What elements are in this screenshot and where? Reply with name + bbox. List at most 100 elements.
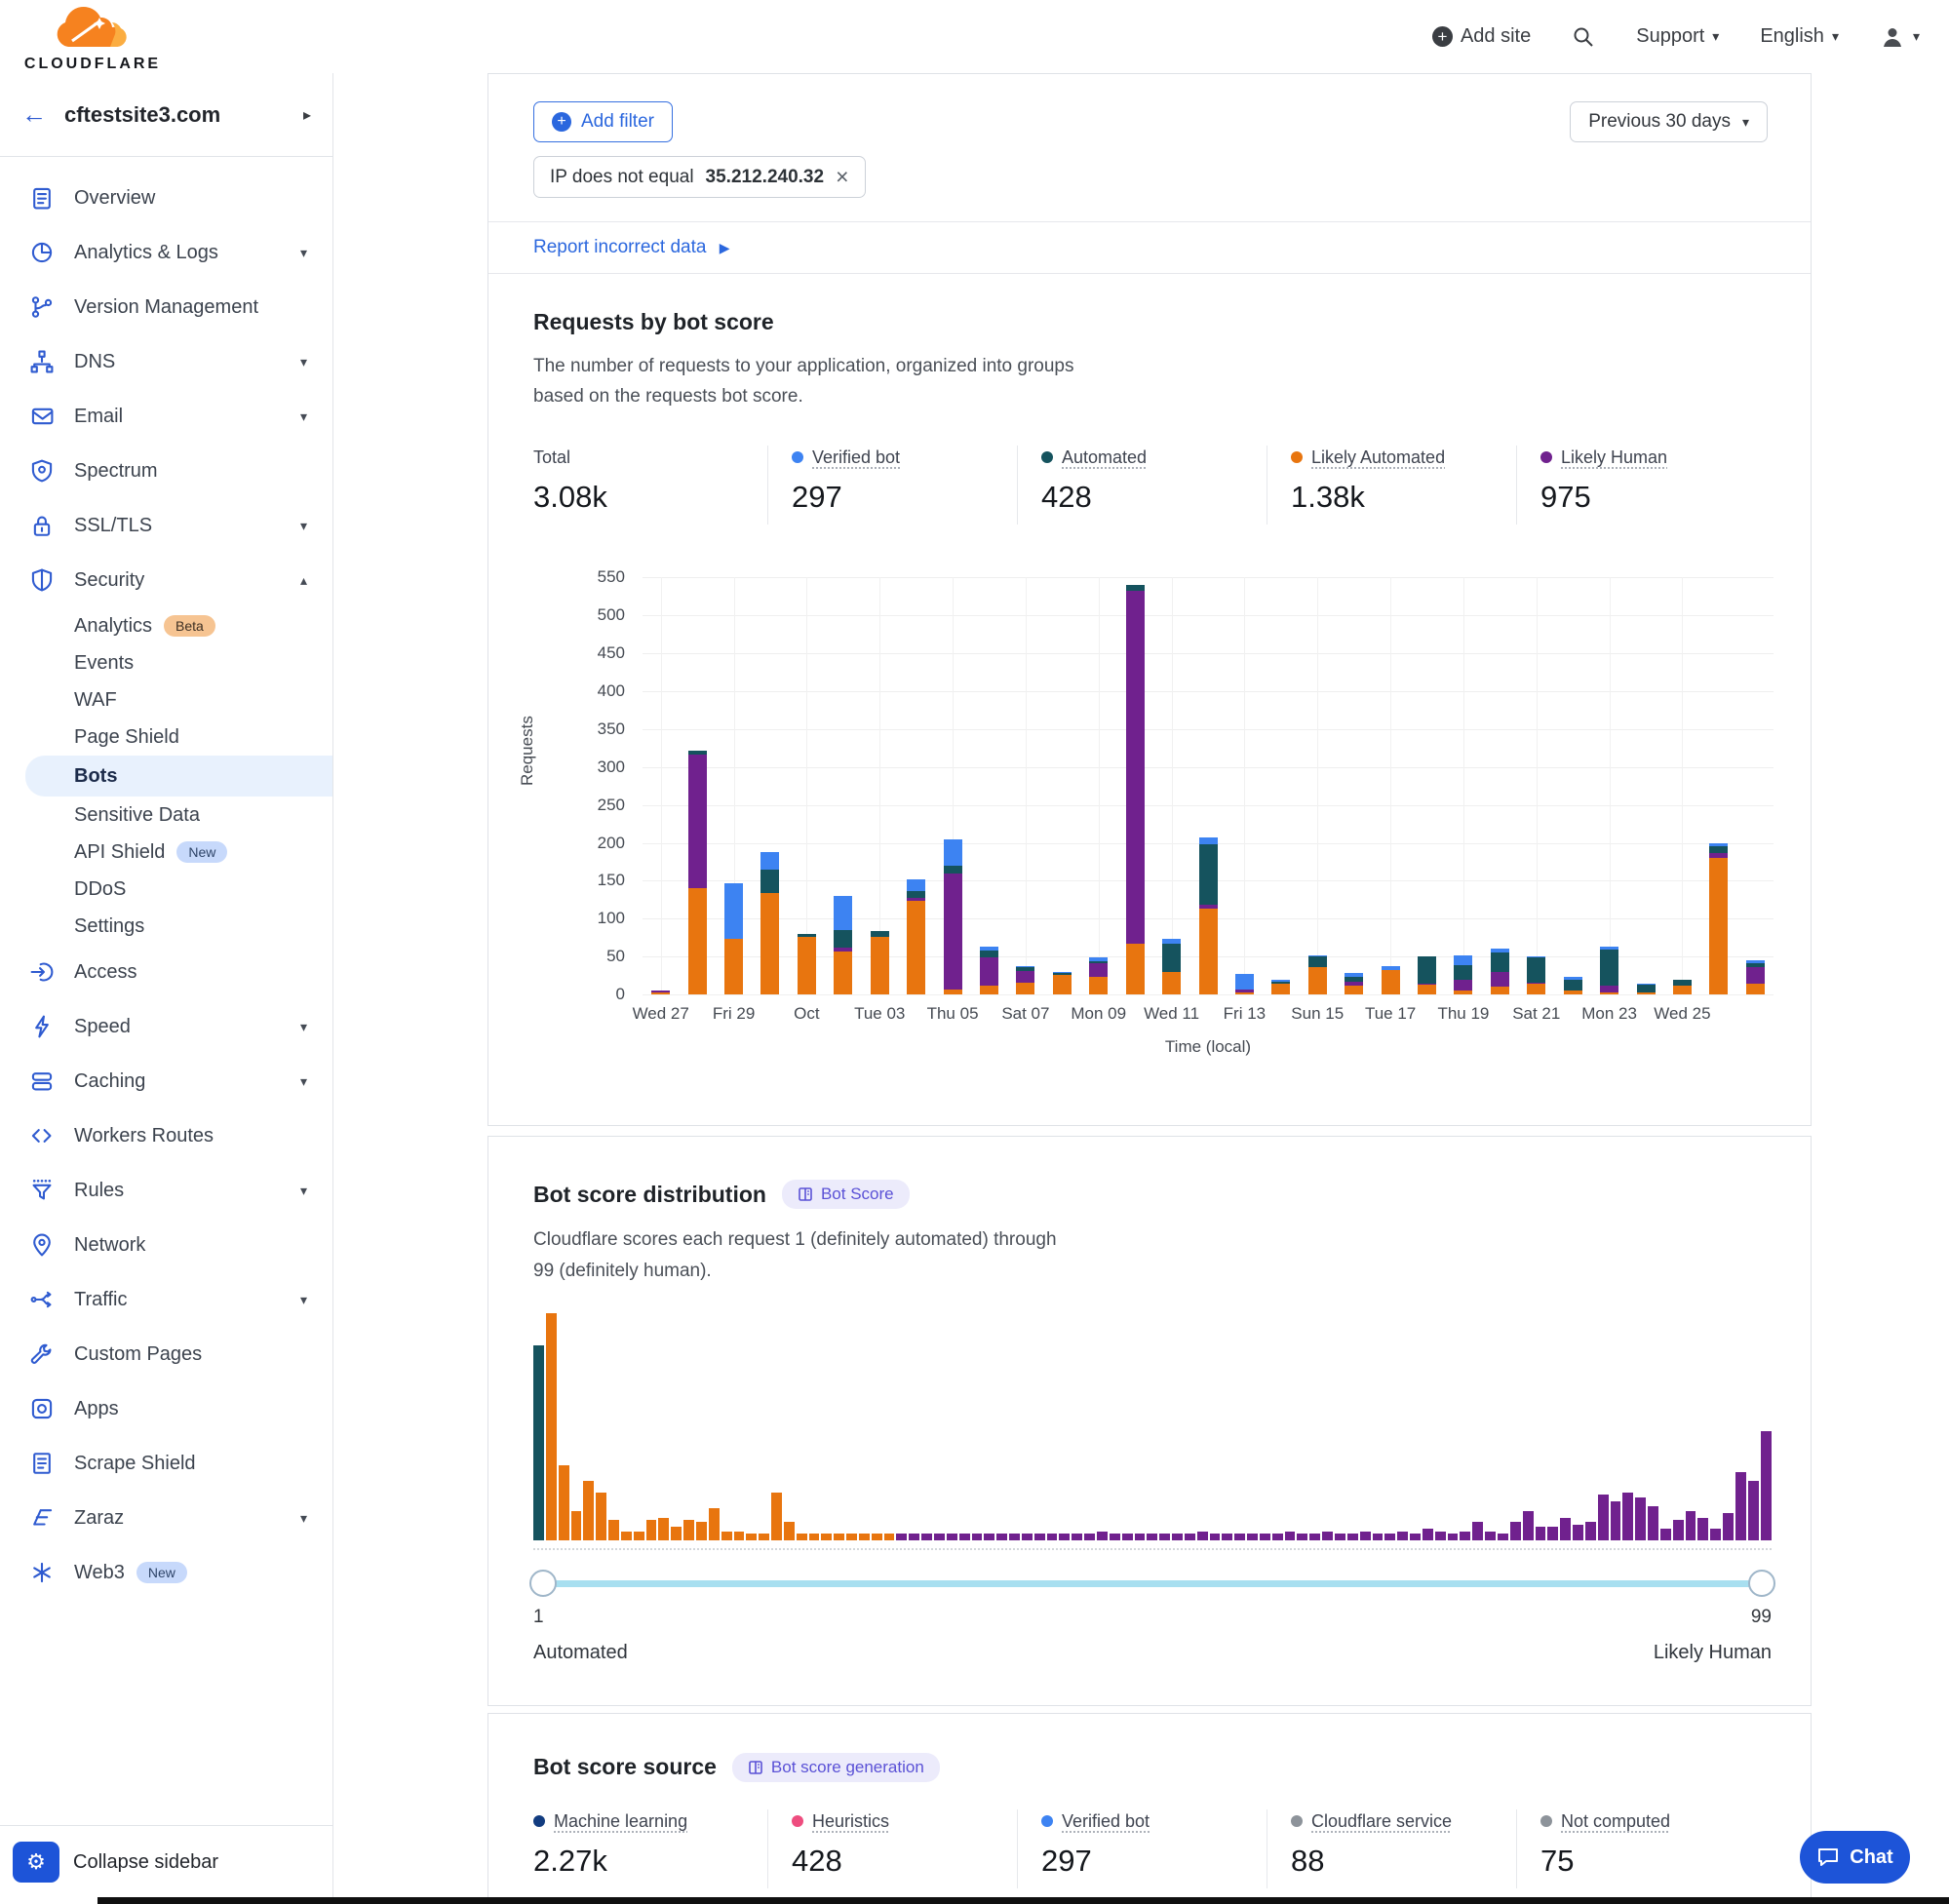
support-label: Support — [1636, 25, 1704, 48]
bot-score-badge-label: Bot Score — [821, 1185, 894, 1204]
report-incorrect-data-link[interactable]: Report incorrect data ▶ — [533, 237, 729, 257]
bar-segment-verified-bot — [1746, 960, 1765, 962]
stat-label[interactable]: Verified bot — [1041, 1811, 1150, 1832]
bar-segment-verified-bot — [1637, 984, 1656, 985]
y-axis-tick-label: 550 — [533, 567, 625, 587]
sidebar-item-events[interactable]: Events — [0, 644, 332, 681]
account-menu[interactable]: ▾ — [1880, 24, 1920, 50]
bot-score-badge[interactable]: Bot Score — [782, 1180, 910, 1209]
sidebar-item-bots[interactable]: Bots — [25, 756, 332, 797]
sidebar-item-security[interactable]: Security▴ — [0, 553, 332, 607]
histogram-bar-score-98 — [1748, 1481, 1759, 1540]
histogram-bar-score-34 — [947, 1534, 957, 1540]
sidebar-item-dns[interactable]: DNS▾ — [0, 334, 332, 389]
sidebar-item-traffic[interactable]: Traffic▾ — [0, 1272, 332, 1327]
sidebar-item-ddos[interactable]: DDoS — [0, 871, 332, 908]
sidebar-item-overview[interactable]: Overview — [0, 171, 332, 225]
chevron-down-icon: ▾ — [1832, 28, 1839, 45]
x-axis-tick-label: Sat 07 — [1001, 1004, 1049, 1024]
histogram-bar-score-57 — [1234, 1534, 1245, 1540]
sidebar-item-settings[interactable]: Settings — [0, 908, 332, 945]
sidebar-item-version-management[interactable]: Version Management — [0, 280, 332, 334]
sidebar-item-api-shield[interactable]: API ShieldNew — [0, 834, 332, 871]
slider-track[interactable] — [539, 1580, 1766, 1587]
time-period-dropdown[interactable]: Previous 30 days ▾ — [1570, 101, 1768, 142]
book-icon — [798, 1186, 813, 1202]
sidebar-item-zaraz[interactable]: Zaraz▾ — [0, 1491, 332, 1545]
histogram-bar-score-86 — [1598, 1495, 1609, 1540]
slider-handle-min[interactable] — [529, 1570, 557, 1597]
stat-label[interactable]: Cloudflare service — [1291, 1811, 1452, 1832]
chart-bar-10-20 — [1491, 577, 1509, 994]
cloudflare-logo[interactable]: CLOUDFLARE — [19, 4, 166, 73]
bar-segment-verified-bot — [1162, 939, 1181, 944]
histogram-bar-score-62 — [1297, 1534, 1307, 1540]
sidebar-item-workers-routes[interactable]: Workers Routes — [0, 1108, 332, 1163]
chevron-right-icon[interactable]: ▸ — [303, 105, 311, 125]
chart-bar-09-29 — [724, 577, 743, 994]
x-axis-tick-label: Mon 09 — [1071, 1004, 1126, 1024]
bot-score-generation-badge[interactable]: Bot score generation — [732, 1753, 940, 1782]
bar-segment-likely-automated — [1126, 944, 1145, 994]
legend-dot-icon — [1540, 451, 1552, 463]
bar-segment-automated — [1053, 973, 1072, 975]
sidebar-item-custom-pages[interactable]: Custom Pages — [0, 1327, 332, 1381]
site-name[interactable]: cftestsite3.com — [64, 102, 303, 128]
histogram-bar-score-68 — [1373, 1534, 1384, 1540]
stat-label[interactable]: Machine learning — [533, 1811, 687, 1832]
collapse-sidebar-label[interactable]: Collapse sidebar — [73, 1851, 218, 1874]
bar-segment-automated — [1564, 980, 1582, 991]
sidebar-item-ssl-tls[interactable]: SSL/TLS▾ — [0, 498, 332, 553]
sidebar-item-email[interactable]: Email▾ — [0, 389, 332, 444]
histogram-bar-score-8 — [621, 1532, 632, 1540]
stat-label[interactable]: Verified bot — [792, 447, 900, 468]
search-button[interactable] — [1572, 25, 1595, 49]
web3-icon — [29, 1560, 55, 1585]
sidebar-item-waf[interactable]: WAF — [0, 681, 332, 719]
sidebar-item-sensitive-data[interactable]: Sensitive Data — [0, 797, 332, 834]
bar-segment-likely-automated — [760, 893, 779, 994]
settings-gear-button[interactable]: ⚙ — [13, 1842, 59, 1883]
sidebar-item-rules[interactable]: Rules▾ — [0, 1163, 332, 1218]
bar-segment-likely-automated — [1382, 970, 1400, 995]
bar-segment-likely-automated — [907, 901, 925, 994]
chart-bar-10-25 — [1673, 577, 1692, 994]
bar-segment-likely-human — [1235, 990, 1254, 992]
sidebar-item-analytics-logs[interactable]: Analytics & Logs▾ — [0, 225, 332, 280]
sidebar-item-apps[interactable]: Apps — [0, 1381, 332, 1436]
sidebar-item-spectrum[interactable]: Spectrum — [0, 444, 332, 498]
chart-bar-10-15 — [1308, 577, 1327, 994]
requests-bar-chart: Requests Time (local) 050100150200250300… — [533, 571, 1766, 1086]
sidebar-item-speed[interactable]: Speed▾ — [0, 999, 332, 1054]
sidebar-item-caching[interactable]: Caching▾ — [0, 1054, 332, 1108]
legend-dot-icon — [792, 1815, 803, 1827]
histogram-bar-score-82 — [1547, 1527, 1558, 1540]
chevron-up-icon: ▴ — [300, 572, 307, 589]
sidebar-item-network[interactable]: Network — [0, 1218, 332, 1272]
filter-chip[interactable]: IP does not equal 35.212.240.32 × — [533, 156, 866, 198]
bar-segment-automated — [1016, 967, 1034, 971]
sidebar-item-web3[interactable]: Web3New — [0, 1545, 332, 1600]
x-axis-tick-label: Thu 05 — [927, 1004, 979, 1024]
stat-label[interactable]: Likely Human — [1540, 447, 1667, 468]
scrape-shield-icon — [29, 1451, 55, 1476]
stat-label[interactable]: Automated — [1041, 447, 1147, 468]
bar-segment-automated — [1454, 965, 1472, 980]
book-icon — [748, 1760, 763, 1775]
slider-handle-max[interactable] — [1748, 1570, 1775, 1597]
add-site-button[interactable]: + Add site — [1432, 25, 1531, 48]
language-menu[interactable]: English ▾ — [1760, 25, 1839, 48]
stat-label[interactable]: Not computed — [1540, 1811, 1670, 1832]
sidebar-item-page-shield[interactable]: Page Shield — [0, 719, 332, 756]
support-menu[interactable]: Support ▾ — [1636, 25, 1719, 48]
back-arrow-icon[interactable]: ← — [21, 99, 47, 130]
chat-button[interactable]: Chat — [1800, 1831, 1910, 1884]
add-filter-button[interactable]: + Add filter — [533, 101, 673, 142]
sidebar-item-scrape-shield[interactable]: Scrape Shield — [0, 1436, 332, 1491]
sidebar-item-analytics[interactable]: AnalyticsBeta — [0, 607, 332, 644]
stat-label[interactable]: Heuristics — [792, 1811, 889, 1832]
histogram-bar-score-69 — [1384, 1534, 1395, 1540]
stat-label[interactable]: Likely Automated — [1291, 447, 1445, 468]
remove-filter-icon[interactable]: × — [836, 166, 848, 188]
sidebar-item-access[interactable]: Access — [0, 945, 332, 999]
